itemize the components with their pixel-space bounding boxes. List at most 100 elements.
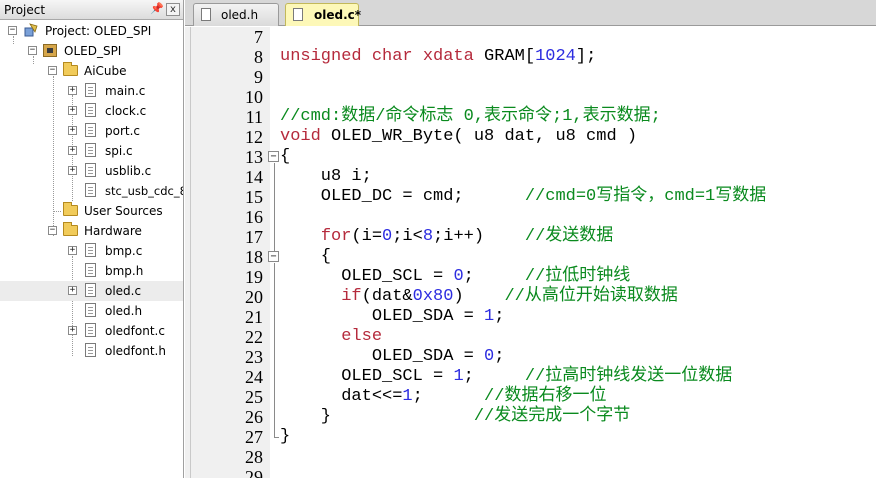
file-icon (293, 8, 303, 21)
tree-file-port-c[interactable]: + port.c (0, 121, 183, 141)
code-line-26: } //发送完成一个字节 (280, 407, 630, 427)
panel-header: Project 📌 x (0, 0, 183, 20)
expand-icon[interactable]: + (68, 326, 77, 335)
group-label: Hardware (84, 224, 142, 238)
file-icon (85, 103, 96, 117)
line-number: 24 (245, 367, 263, 387)
file-icon (85, 303, 96, 317)
tree-file-stc-usb-cdc[interactable]: stc_usb_cdc_8l (0, 181, 183, 201)
number: 1024 (535, 47, 576, 66)
tree-file-oled-c[interactable]: + oled.c (0, 281, 183, 301)
code-text: ; (412, 387, 485, 406)
tab-label: oled.h (221, 8, 259, 22)
fold-collapse-icon[interactable]: − (268, 251, 279, 262)
line-number: 8 (254, 47, 263, 67)
number: 0 (453, 267, 464, 286)
code-line-17: for(i=0;i<8;i++) //发送数据 (280, 227, 613, 247)
code-text: GRAM[ (473, 47, 536, 66)
file-label: oledfont.h (105, 344, 166, 358)
folder-icon (63, 202, 78, 216)
code-text: OLED_WR_Byte( u8 dat, u8 cmd ) (320, 127, 638, 146)
expand-icon[interactable]: + (68, 286, 77, 295)
collapse-icon[interactable]: − (48, 66, 57, 75)
file-label: main.c (105, 84, 146, 98)
file-icon (85, 163, 96, 177)
number: 1 (484, 307, 495, 326)
panel-title: Project (4, 3, 46, 17)
tree-project-root[interactable]: − Project: OLED_SPI (0, 21, 183, 41)
close-icon[interactable]: x (166, 3, 180, 16)
tree-file-clock-c[interactable]: + clock.c (0, 101, 183, 121)
code-area[interactable]: unsigned char xdata GRAM[1024]; //cmd:数据… (280, 27, 876, 478)
folder-open-icon (63, 62, 78, 76)
tree-file-usblib-c[interactable]: + usblib.c (0, 161, 183, 181)
keyword: void (280, 127, 321, 146)
fold-end (274, 437, 279, 438)
tree-target[interactable]: − OLED_SPI (0, 41, 183, 61)
tree-group-aicube[interactable]: − AiCube (0, 61, 183, 81)
code-text: ;i++) (433, 227, 525, 246)
code-line-20: if(dat&0x80) //从高位开始读取数据 (280, 287, 678, 307)
file-label: port.c (105, 124, 141, 138)
tab-oled-h[interactable]: oled.h (193, 3, 279, 26)
tree-file-main-c[interactable]: + main.c (0, 81, 183, 101)
collapse-icon[interactable]: − (8, 26, 17, 35)
collapse-icon[interactable]: − (48, 226, 57, 235)
file-label: oledfont.c (105, 324, 165, 338)
file-label: oled.c (105, 284, 142, 298)
code-text: u8 i; (280, 167, 372, 186)
file-label: usblib.c (105, 164, 152, 178)
project-panel: Project 📌 x − Project: OLED_SPI − OLED_S… (0, 0, 184, 478)
collapse-icon[interactable]: − (28, 46, 37, 55)
expand-icon[interactable]: + (68, 246, 77, 255)
code-text: OLED_DC = cmd; (280, 187, 525, 206)
tree-file-spi-c[interactable]: + spi.c (0, 141, 183, 161)
fold-collapse-icon[interactable]: − (268, 151, 279, 162)
code-line-12: void OLED_WR_Byte( u8 dat, u8 cmd ) (280, 127, 637, 147)
line-number: 23 (245, 347, 263, 367)
expand-icon[interactable]: + (68, 86, 77, 95)
line-number: 11 (245, 107, 263, 127)
code-line-24: OLED_SCL = 1; //拉高时钟线发送一位数据 (280, 367, 732, 387)
expand-icon[interactable]: + (68, 166, 77, 175)
file-icon (85, 323, 96, 337)
expand-icon[interactable]: + (68, 146, 77, 155)
tree-group-user-sources[interactable]: User Sources (0, 201, 183, 221)
code-line-14: u8 i; (280, 167, 372, 187)
line-number: 12 (245, 127, 263, 147)
file-icon (85, 263, 96, 277)
code-line-18: { (280, 247, 331, 267)
line-number: 29 (245, 467, 263, 478)
line-number: 16 (245, 207, 263, 227)
file-icon (201, 8, 211, 21)
line-number: 19 (245, 267, 263, 287)
code-text: (dat& (361, 287, 413, 306)
number: 8 (422, 227, 434, 246)
number: 0 (484, 347, 495, 366)
number: 1 (402, 387, 413, 406)
file-label: bmp.c (105, 244, 143, 258)
editor-tab-bar: oled.h oled.c* (185, 0, 876, 26)
number: 0x80 (412, 287, 454, 306)
code-line-23: OLED_SDA = 0; (280, 347, 505, 367)
gutter-edge (190, 27, 191, 478)
tree-file-oledfont-c[interactable]: + oledfont.c (0, 321, 183, 341)
pin-icon[interactable]: 📌 (150, 3, 164, 15)
tree-file-bmp-h[interactable]: bmp.h (0, 261, 183, 281)
expand-icon[interactable]: + (68, 126, 77, 135)
tree-group-hardware[interactable]: − Hardware (0, 221, 183, 241)
comment: //数据右移一位 (484, 387, 607, 406)
tree-file-oled-h[interactable]: oled.h (0, 301, 183, 321)
tab-oled-c[interactable]: oled.c* (285, 3, 361, 26)
file-icon (85, 123, 96, 137)
expand-icon[interactable]: + (68, 106, 77, 115)
file-label: spi.c (105, 144, 133, 158)
tree-file-oledfont-h[interactable]: oledfont.h (0, 341, 183, 361)
keyword: for (320, 227, 352, 246)
tree-file-bmp-c[interactable]: + bmp.c (0, 241, 183, 261)
group-label: AiCube (84, 64, 127, 78)
target-label: OLED_SPI (64, 44, 122, 58)
code-line-11: //cmd:数据/命令标志 0,表示命令;1,表示数据; (280, 107, 661, 127)
line-number: 22 (245, 327, 263, 347)
